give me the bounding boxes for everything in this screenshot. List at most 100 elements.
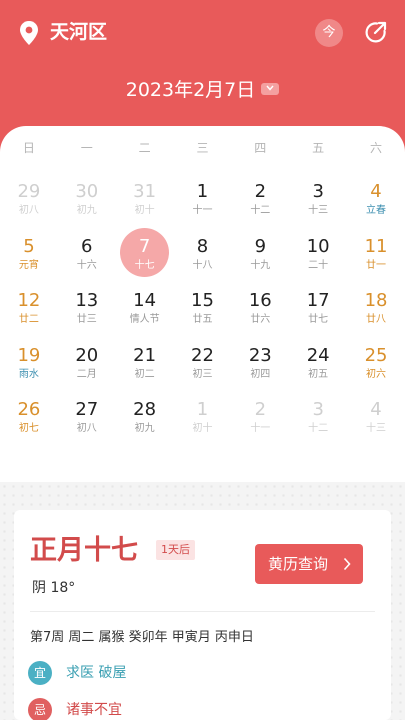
weekday-header: 日 一 二 三 四 五 六 xyxy=(0,138,405,158)
lunar-label: 十九 xyxy=(250,259,271,271)
location-pin-icon[interactable] xyxy=(18,20,40,46)
calendar-day[interactable]: 28 初九 xyxy=(116,398,174,452)
lunar-label: 初五 xyxy=(308,368,329,380)
calendar-day[interactable]: 3 十三 xyxy=(289,180,347,234)
day-number: 2 xyxy=(254,399,267,420)
calendar-day[interactable]: 12 廿二 xyxy=(0,289,58,343)
today-button[interactable]: 今 xyxy=(315,19,343,47)
calendar-day[interactable]: 26 初七 xyxy=(0,398,58,452)
yi-badge: 宜 xyxy=(28,661,52,685)
calendar-day[interactable]: 1 十一 xyxy=(174,180,232,234)
day-number: 18 xyxy=(364,290,388,311)
calendar-day[interactable]: 4 十三 xyxy=(347,398,405,452)
day-number: 19 xyxy=(17,344,41,366)
calendar-day[interactable]: 11 廿一 xyxy=(347,235,405,289)
lunar-label: 廿三 xyxy=(76,314,97,325)
day-number: 21 xyxy=(133,344,157,366)
day-number: 16 xyxy=(248,290,272,311)
day-number: 29 xyxy=(17,181,41,202)
lunar-label: 廿七 xyxy=(308,314,329,325)
weekday-label: 二 xyxy=(138,141,151,155)
weather-text: 阴 18° xyxy=(32,580,76,596)
day-number: 9 xyxy=(254,235,267,257)
weekday-label: 六 xyxy=(370,141,383,155)
calendar-day[interactable]: 27 初八 xyxy=(58,398,116,452)
calendar-day[interactable]: 2 十二 xyxy=(231,180,289,234)
calendar-day[interactable]: 2 十一 xyxy=(231,398,289,452)
day-number: 3 xyxy=(312,399,324,420)
ji-text: 诸事不宜 xyxy=(66,702,122,718)
calendar-day[interactable]: 9 十九 xyxy=(231,235,289,289)
day-number: 28 xyxy=(133,399,157,420)
calendar-day[interactable]: 31 初十 xyxy=(116,180,174,234)
day-number: 20 xyxy=(75,344,99,366)
calendar-day[interactable]: 16 廿六 xyxy=(231,289,289,343)
day-number: 31 xyxy=(133,181,157,202)
lunar-label: 初九 xyxy=(134,423,155,434)
lunar-label: 情人节 xyxy=(129,314,160,325)
calendar-day[interactable]: 13 廿三 xyxy=(58,289,116,343)
divider xyxy=(30,611,375,612)
day-number: 6 xyxy=(81,235,93,257)
day-number: 4 xyxy=(370,399,382,420)
day-detail-panel: 正月十七 1天后 阴 18° 黄历查询 第7周 周二 属猴 癸卯年 甲寅月 丙申… xyxy=(14,510,391,720)
lunar-label: 十一 xyxy=(192,205,213,216)
location-name[interactable]: 天河区 xyxy=(50,20,107,44)
weekday-label: 三 xyxy=(196,141,209,155)
lunar-label: 初三 xyxy=(192,368,213,380)
lunar-label: 廿八 xyxy=(366,314,387,325)
calendar-day[interactable]: 23 初四 xyxy=(231,344,289,398)
day-number: 11 xyxy=(364,235,388,257)
day-number: 22 xyxy=(191,344,214,366)
calendar-day-selected[interactable]: 7 十七 xyxy=(116,227,174,289)
lunar-label: 初八 xyxy=(76,423,97,434)
day-number: 15 xyxy=(191,290,214,311)
date-info-line: 第7周 周二 属猴 癸卯年 甲寅月 丙申日 xyxy=(30,630,254,645)
day-number: 4 xyxy=(370,181,382,202)
calendar-day[interactable]: 8 十八 xyxy=(174,235,232,289)
lunar-label: 二月 xyxy=(76,368,97,380)
calendar-day[interactable]: 20 二月 xyxy=(58,344,116,398)
lunar-label: 廿一 xyxy=(366,259,387,271)
lunar-label: 十三 xyxy=(366,423,387,434)
days-until-badge: 1天后 xyxy=(156,540,195,560)
calendar-day[interactable]: 18 廿八 xyxy=(347,289,405,343)
lunar-label: 廿五 xyxy=(192,314,213,325)
day-number: 2 xyxy=(254,181,267,202)
day-number: 5 xyxy=(23,235,35,257)
lunar-label: 立春 xyxy=(366,205,387,216)
lunar-label: 初七 xyxy=(18,423,39,434)
calendar-day[interactable]: 10 二十 xyxy=(289,235,347,289)
calendar-day[interactable]: 14 情人节 xyxy=(116,289,174,343)
huangli-query-button[interactable]: 黄历查询 xyxy=(255,544,363,584)
calendar-day[interactable]: 25 初六 xyxy=(347,344,405,398)
lunar-label: 雨水 xyxy=(18,368,39,380)
lunar-label: 十八 xyxy=(192,259,213,271)
day-number: 1 xyxy=(196,399,209,420)
calendar-day[interactable]: 29 初八 xyxy=(0,180,58,234)
calendar-day[interactable]: 3 十二 xyxy=(289,398,347,452)
calendar-day[interactable]: 30 初九 xyxy=(58,180,116,234)
calendar-day[interactable]: 6 十六 xyxy=(58,235,116,289)
calendar-day[interactable]: 24 初五 xyxy=(289,344,347,398)
share-icon[interactable] xyxy=(364,20,388,44)
day-number: 7 xyxy=(138,235,151,257)
calendar-day[interactable]: 1 初十 xyxy=(174,398,232,452)
date-selector[interactable]: 2023年2月7日 xyxy=(0,76,405,104)
calendar-day[interactable]: 15 廿五 xyxy=(174,289,232,343)
day-number: 13 xyxy=(75,290,99,311)
lunar-label: 十三 xyxy=(308,205,329,216)
lunar-label: 初十 xyxy=(192,423,213,434)
day-number: 26 xyxy=(17,399,41,420)
calendar-day[interactable]: 21 初二 xyxy=(116,344,174,398)
day-number: 3 xyxy=(312,181,324,202)
lunar-label: 十一 xyxy=(250,423,271,434)
calendar-day[interactable]: 4 立春 xyxy=(347,180,405,234)
lunar-label: 初九 xyxy=(76,205,97,216)
calendar-day[interactable]: 19 雨水 xyxy=(0,344,58,398)
calendar-day[interactable]: 17 廿七 xyxy=(289,289,347,343)
weekday-label: 一 xyxy=(80,141,93,155)
calendar-day[interactable]: 5 元宵 xyxy=(0,235,58,289)
calendar-day[interactable]: 22 初三 xyxy=(174,344,232,398)
lunar-label: 十二 xyxy=(308,423,329,434)
